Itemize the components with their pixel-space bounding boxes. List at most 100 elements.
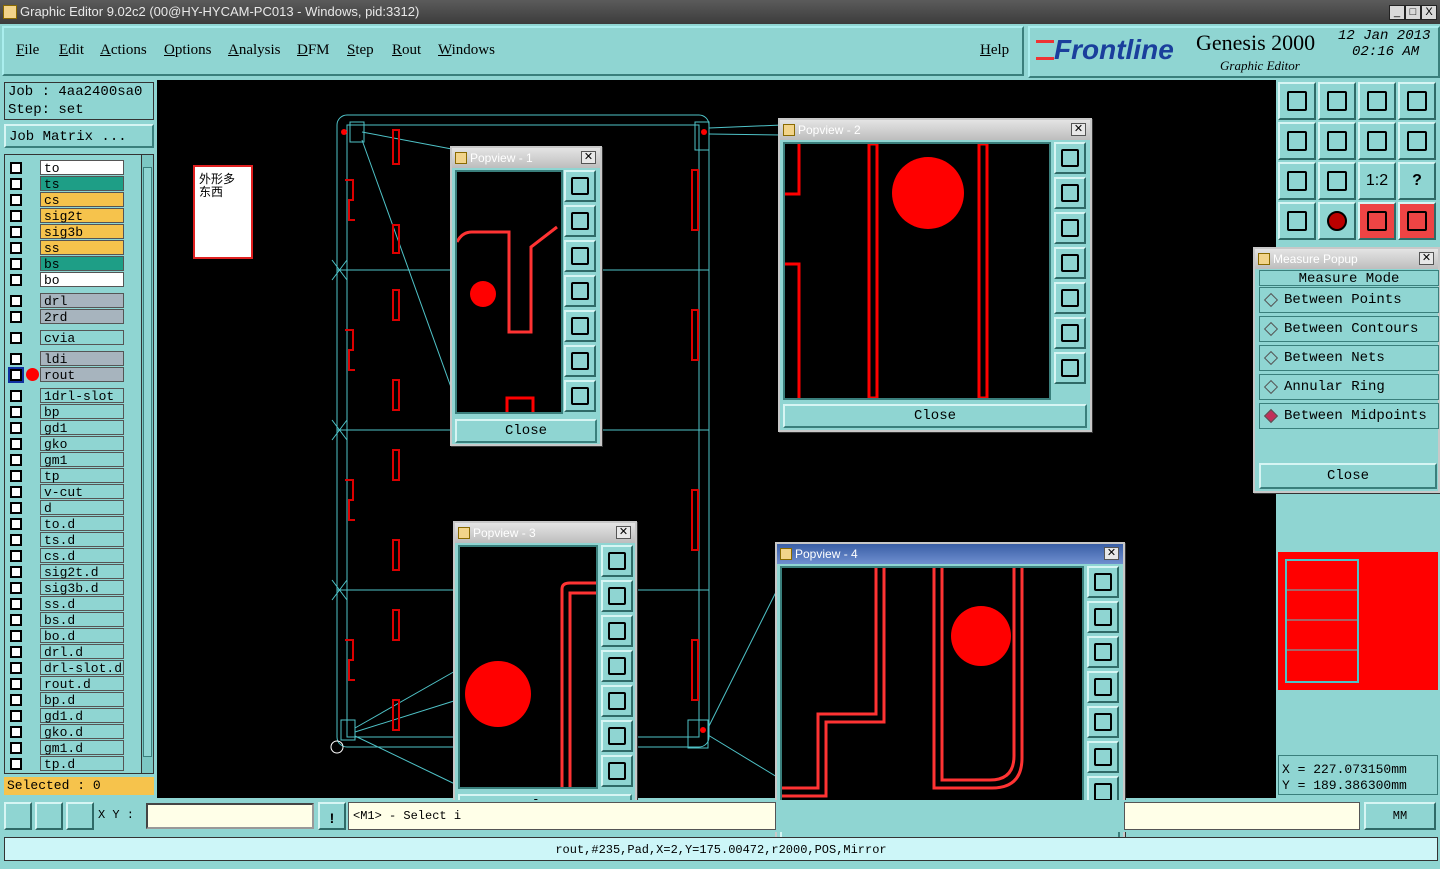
layer-checkbox[interactable] <box>10 454 22 466</box>
popview-3-view[interactable] <box>458 545 598 789</box>
menu-edit[interactable]: Edit <box>59 42 84 59</box>
layer-checkbox[interactable] <box>10 614 22 626</box>
layer-checkbox[interactable] <box>10 726 22 738</box>
layer-row-bp-d[interactable]: bp.d <box>8 692 124 708</box>
pan-right-icon[interactable] <box>1054 282 1086 314</box>
layer-checkbox[interactable] <box>10 502 22 514</box>
option-between-midpoints[interactable]: Between Midpoints <box>1259 403 1439 429</box>
move-right-icon[interactable] <box>1318 122 1356 160</box>
zoom-home-icon[interactable] <box>1087 566 1119 598</box>
measure-popup-titlebar[interactable]: Measure Popup ✕ <box>1255 249 1438 269</box>
net-highlight-icon[interactable] <box>1358 202 1396 240</box>
layer-checkbox[interactable] <box>10 518 22 530</box>
layer-checkbox[interactable] <box>10 194 22 206</box>
layer-name[interactable]: bp <box>40 404 124 420</box>
menu-rout[interactable]: Rout <box>392 42 421 59</box>
minimize-button[interactable]: _ <box>1389 5 1405 20</box>
layer-name[interactable]: cvia <box>40 330 124 346</box>
pan-right-icon[interactable] <box>564 310 596 342</box>
popview-4-view[interactable] <box>780 566 1084 810</box>
menu-step[interactable]: Step <box>347 42 374 59</box>
layer-name[interactable]: gko.d <box>40 724 124 740</box>
zoom-center-icon[interactable] <box>1318 162 1356 200</box>
layer-row-rout[interactable]: rout <box>8 367 124 383</box>
layer-row-to[interactable]: to <box>8 160 124 176</box>
help-button[interactable]: ? <box>1398 162 1436 200</box>
layer-checkbox[interactable] <box>10 486 22 498</box>
layer-checkbox[interactable] <box>10 710 22 722</box>
option-annular-ring[interactable]: Annular Ring <box>1259 374 1439 400</box>
layer-name[interactable]: ss <box>40 240 124 256</box>
layer-row-gd1[interactable]: gd1 <box>8 420 124 436</box>
upload-icon[interactable] <box>1278 82 1316 120</box>
layer-name[interactable]: sig2t.d <box>40 564 124 580</box>
zoom-in-icon[interactable] <box>601 720 633 752</box>
layer-checkbox[interactable] <box>10 178 22 190</box>
layer-row-bs[interactable]: bs <box>8 256 124 272</box>
layer-checkbox[interactable] <box>10 258 22 270</box>
popview-4-titlebar[interactable]: Popview - 4 ✕ <box>777 544 1123 564</box>
option-between-contours[interactable]: Between Contours <box>1259 316 1439 342</box>
layer-name[interactable]: d <box>40 500 124 516</box>
layer-row-ts-d[interactable]: ts.d <box>8 532 124 548</box>
layer-row-gd1-d[interactable]: gd1.d <box>8 708 124 724</box>
layer-row-sig3b[interactable]: sig3b <box>8 224 124 240</box>
layer-row-gko-d[interactable]: gko.d <box>8 724 124 740</box>
overview-map[interactable] <box>1278 552 1438 690</box>
layer-checkbox[interactable] <box>10 332 22 344</box>
download-icon[interactable] <box>1318 82 1356 120</box>
layer-name[interactable]: to.d <box>40 516 124 532</box>
undo-view-icon[interactable] <box>1398 122 1436 160</box>
layer-row-bo[interactable]: bo <box>8 272 124 288</box>
layer-checkbox[interactable] <box>10 550 22 562</box>
layer-checkbox[interactable] <box>10 582 22 594</box>
layer-row-tp[interactable]: tp <box>8 468 124 484</box>
layer-checkbox[interactable] <box>10 295 22 307</box>
layer-checkbox[interactable] <box>10 662 22 674</box>
redraw-icon[interactable] <box>1358 122 1396 160</box>
layer-name[interactable]: 1drl-slot <box>40 388 124 404</box>
layer-checkbox[interactable] <box>10 422 22 434</box>
menu-analysis[interactable]: Analysis <box>228 42 281 59</box>
layer-name[interactable]: bo.d <box>40 628 124 644</box>
layer-name[interactable]: ldi <box>40 351 124 367</box>
layer-checkbox[interactable] <box>10 694 22 706</box>
layer-checkbox[interactable] <box>10 566 22 578</box>
layer-name[interactable]: tp.d <box>40 756 124 772</box>
layer-name[interactable]: to <box>40 160 124 176</box>
layer-name[interactable]: drl.d <box>40 644 124 660</box>
layer-checkbox[interactable] <box>10 210 22 222</box>
layer-checkbox[interactable] <box>10 630 22 642</box>
layer-checkbox[interactable] <box>10 390 22 402</box>
snap-intersect-icon[interactable] <box>66 802 94 830</box>
layer-name[interactable]: cs.d <box>40 548 124 564</box>
layer-name[interactable]: sig3b.d <box>40 580 124 596</box>
option-between-nets[interactable]: Between Nets <box>1259 345 1439 371</box>
zoom-fit-icon[interactable] <box>1278 162 1316 200</box>
layer-checkbox[interactable] <box>10 646 22 658</box>
layer-row-sig2t[interactable]: sig2t <box>8 208 124 224</box>
layer-row-d[interactable]: d <box>8 500 124 516</box>
scrollbar-thumb[interactable] <box>143 167 152 757</box>
window-view-icon[interactable] <box>1398 82 1436 120</box>
pan-up-icon[interactable] <box>1054 177 1086 209</box>
layer-name[interactable]: ts <box>40 176 124 192</box>
pan-up-icon[interactable] <box>1087 601 1119 633</box>
pan-left-icon[interactable] <box>564 275 596 307</box>
layer-row-gm1[interactable]: gm1 <box>8 452 124 468</box>
layer-row-drl-slot-d[interactable]: drl-slot.d <box>8 660 124 676</box>
pan-up-icon[interactable] <box>601 580 633 612</box>
layer-row-ts[interactable]: ts <box>8 176 124 192</box>
job-matrix-button[interactable]: Job Matrix ... <box>4 124 154 148</box>
layer-name[interactable]: tp <box>40 468 124 484</box>
layer-row-2rd[interactable]: 2rd <box>8 309 124 325</box>
layer-row-bs-d[interactable]: bs.d <box>8 612 124 628</box>
layer-row-1drl-slot[interactable]: 1drl-slot <box>8 388 124 404</box>
zoom-in-icon[interactable] <box>1087 741 1119 773</box>
popview-1-close-button[interactable]: Close <box>455 419 597 443</box>
layer-name[interactable]: sig3b <box>40 224 124 240</box>
layer-row-drl[interactable]: drl <box>8 293 124 309</box>
layer-row-gm1-d[interactable]: gm1.d <box>8 740 124 756</box>
pan-left-icon[interactable] <box>601 650 633 682</box>
layer-checkbox[interactable] <box>10 758 22 770</box>
